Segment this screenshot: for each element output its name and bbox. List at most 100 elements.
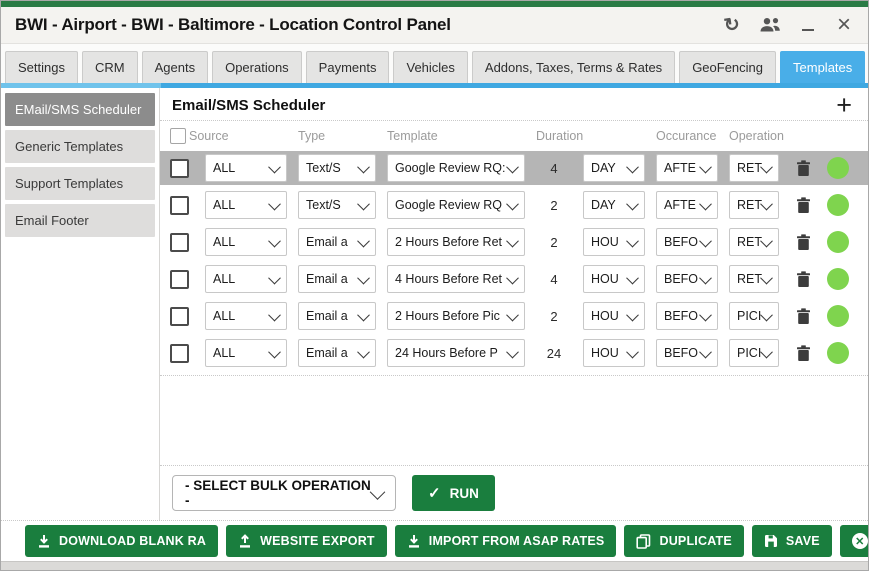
table-header-row: Source Type Template Duration Occurance … <box>160 121 868 151</box>
delete-row-button[interactable] <box>790 308 816 325</box>
column-source: Source <box>189 129 229 143</box>
tab-addons-taxes-terms-rates[interactable]: Addons, Taxes, Terms & Rates <box>472 51 675 83</box>
status-active-dot[interactable] <box>827 157 849 179</box>
tab-templates[interactable]: Templates <box>780 51 865 83</box>
source-select[interactable]: ALL <box>205 302 287 330</box>
download-blank-ra-button[interactable]: DOWNLOAD BLANK RA <box>25 525 218 557</box>
type-select[interactable]: Email a <box>298 228 376 256</box>
import-from-asap-rates-button[interactable]: IMPORT FROM ASAP RATES <box>395 525 617 557</box>
tab-payments[interactable]: Payments <box>306 51 390 83</box>
select-value: RET <box>737 235 762 249</box>
select-value: PICI <box>737 309 761 323</box>
template-select[interactable]: Google Review RQ <box>387 191 525 219</box>
row-checkbox[interactable] <box>170 196 189 215</box>
refresh-button[interactable]: ↻ <box>722 14 742 36</box>
users-button[interactable] <box>758 14 782 36</box>
source-select[interactable]: ALL <box>205 191 287 219</box>
occurance-select[interactable]: AFTE <box>656 191 718 219</box>
template-select[interactable]: 2 Hours Before Ret <box>387 228 525 256</box>
sidebar-item-email-footer[interactable]: Email Footer <box>5 204 155 237</box>
tab-agents[interactable]: Agents <box>142 51 208 83</box>
tab-crm[interactable]: CRM <box>82 51 138 83</box>
window-title: BWI - Airport - BWI - Baltimore - Locati… <box>15 15 451 35</box>
close-icon: × <box>837 16 851 34</box>
duration-unit-select[interactable]: DAY <box>583 154 645 182</box>
row-checkbox[interactable] <box>170 344 189 363</box>
minimize-button[interactable] <box>798 14 818 36</box>
tab-settings[interactable]: Settings <box>5 51 78 83</box>
operation-select[interactable]: RET <box>729 265 779 293</box>
duration-unit-select[interactable]: DAY <box>583 191 645 219</box>
row-checkbox[interactable] <box>170 159 189 178</box>
status-active-dot[interactable] <box>827 305 849 327</box>
operation-select[interactable]: PICI <box>729 302 779 330</box>
type-select[interactable]: Email a <box>298 302 376 330</box>
chevron-down-icon <box>626 271 639 284</box>
tab-vehicles[interactable]: Vehicles <box>393 51 467 83</box>
add-scheduler-row-button[interactable]: + <box>836 96 852 114</box>
bulk-operation-select[interactable]: - SELECT BULK OPERATION - <box>172 475 396 511</box>
delete-row-button[interactable] <box>790 345 816 362</box>
button-label: DOWNLOAD BLANK RA <box>59 534 206 548</box>
occurance-select[interactable]: BEFO <box>656 228 718 256</box>
duration-unit-select[interactable]: HOU <box>583 265 645 293</box>
type-select[interactable]: Text/S <box>298 191 376 219</box>
row-checkbox[interactable] <box>170 307 189 326</box>
close-button[interactable]: ✕ CLOSE <box>840 525 869 557</box>
template-select[interactable]: 24 Hours Before P <box>387 339 525 367</box>
source-select[interactable]: ALL <box>205 265 287 293</box>
trash-icon <box>796 234 811 251</box>
template-select[interactable]: 4 Hours Before Ret <box>387 265 525 293</box>
type-select[interactable]: Email a <box>298 339 376 367</box>
operation-select[interactable]: PICI <box>729 339 779 367</box>
status-active-dot[interactable] <box>827 342 849 364</box>
occurance-select[interactable]: BEFO <box>656 302 718 330</box>
operation-select[interactable]: RET <box>729 154 779 182</box>
source-select[interactable]: ALL <box>205 228 287 256</box>
website-export-button[interactable]: WEBSITE EXPORT <box>226 525 387 557</box>
sidebar-item-email-sms-scheduler[interactable]: EMail/SMS Scheduler <box>5 93 155 126</box>
upload-icon <box>238 534 252 548</box>
occurance-select[interactable]: BEFO <box>656 265 718 293</box>
column-occurance: Occurance <box>656 129 718 143</box>
type-select[interactable]: Text/S <box>298 154 376 182</box>
template-select[interactable]: 2 Hours Before Pic <box>387 302 525 330</box>
sidebar-item-generic-templates[interactable]: Generic Templates <box>5 130 155 163</box>
operation-select[interactable]: RET <box>729 228 779 256</box>
occurance-select[interactable]: AFTE <box>656 154 718 182</box>
status-active-dot[interactable] <box>827 231 849 253</box>
select-all-checkbox[interactable] <box>170 128 186 144</box>
select-value: RET <box>737 272 762 286</box>
duplicate-button[interactable]: DUPLICATE <box>624 525 743 557</box>
operation-select[interactable]: RET <box>729 191 779 219</box>
row-checkbox[interactable] <box>170 270 189 289</box>
duration-value: 24 <box>536 346 572 361</box>
delete-row-button[interactable] <box>790 271 816 288</box>
close-circle-icon: ✕ <box>852 533 868 549</box>
close-window-button[interactable]: × <box>834 14 854 36</box>
delete-row-button[interactable] <box>790 197 816 214</box>
status-active-dot[interactable] <box>827 268 849 290</box>
chevron-down-icon <box>699 345 712 358</box>
row-checkbox[interactable] <box>170 233 189 252</box>
source-select[interactable]: ALL <box>205 339 287 367</box>
chevron-down-icon <box>268 271 281 284</box>
duration-unit-select[interactable]: HOU <box>583 228 645 256</box>
save-button[interactable]: SAVE <box>752 525 832 557</box>
template-select[interactable]: Google Review RQ: <box>387 154 525 182</box>
tab-operations[interactable]: Operations <box>212 51 302 83</box>
chevron-down-icon <box>699 160 712 173</box>
duration-unit-select[interactable]: HOU <box>583 302 645 330</box>
type-select[interactable]: Email a <box>298 265 376 293</box>
occurance-select[interactable]: BEFO <box>656 339 718 367</box>
tab-geofencing[interactable]: GeoFencing <box>679 51 776 83</box>
duration-unit-select[interactable]: HOU <box>583 339 645 367</box>
table-header-lead: Source <box>170 128 287 144</box>
run-bulk-operation-button[interactable]: ✓ RUN <box>412 475 495 511</box>
sidebar-item-support-templates[interactable]: Support Templates <box>5 167 155 200</box>
delete-row-button[interactable] <box>790 234 816 251</box>
delete-row-button[interactable] <box>790 160 816 177</box>
chevron-down-icon <box>357 271 370 284</box>
source-select[interactable]: ALL <box>205 154 287 182</box>
status-active-dot[interactable] <box>827 194 849 216</box>
